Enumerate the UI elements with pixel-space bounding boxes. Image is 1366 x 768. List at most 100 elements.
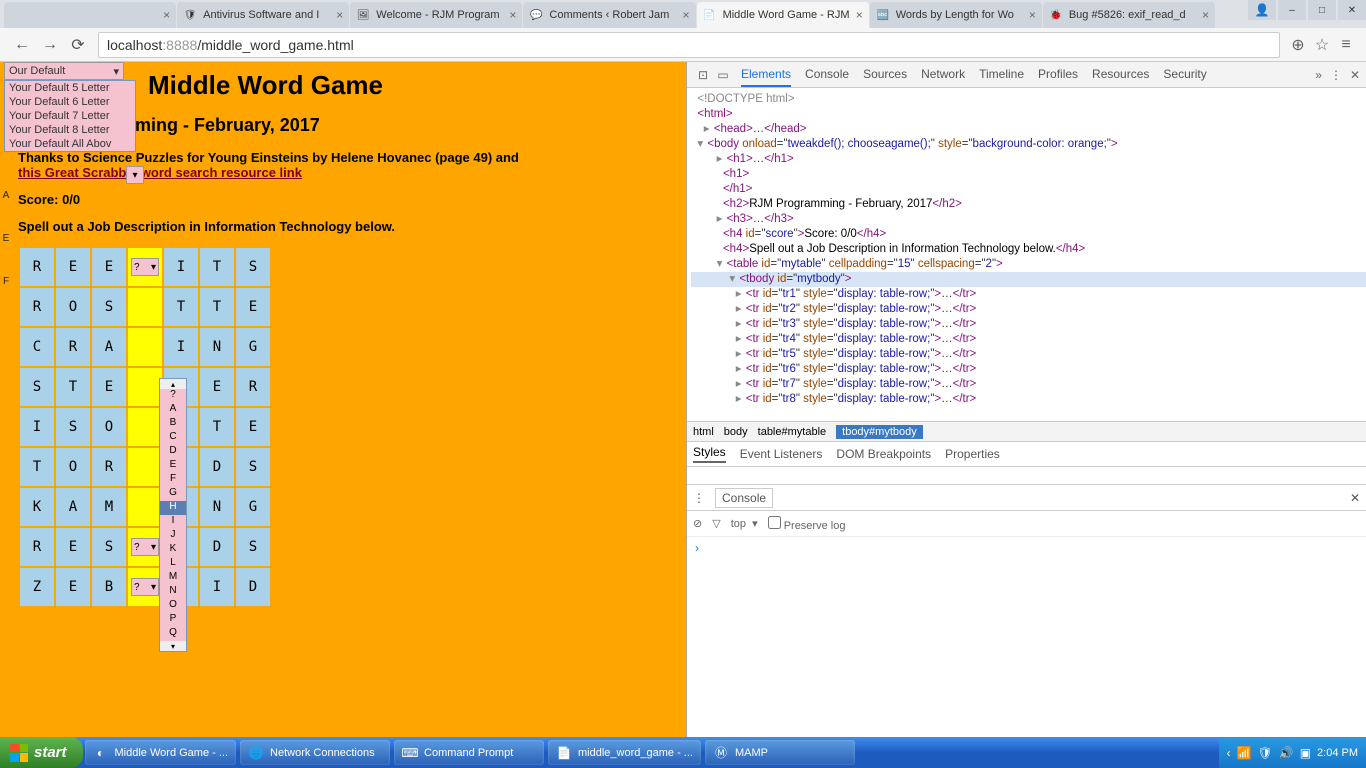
devtools-tab[interactable]: Timeline [979, 63, 1024, 87]
console-close-icon[interactable]: ✕ [1350, 491, 1360, 505]
tray-network-icon[interactable]: 📶 [1237, 746, 1252, 760]
profile-icon[interactable]: 👤 [1248, 0, 1276, 20]
tab-close-icon[interactable]: × [505, 8, 516, 22]
console-body[interactable]: › [687, 537, 1366, 737]
letter-select-popup[interactable]: ▴ ?ABCDEFGHIJKLMNOPQ ▾ [159, 378, 187, 652]
popup-down-arrow-icon[interactable]: ▾ [160, 641, 186, 651]
tab-close-icon[interactable]: × [332, 8, 343, 22]
tab-close-icon[interactable]: × [852, 8, 863, 22]
browser-tab[interactable]: 💬Comments ‹ Robert Jam× [523, 2, 695, 28]
maximize-button[interactable]: □ [1308, 0, 1336, 20]
taskbar-item[interactable]: 📄middle_word_game - ... [548, 740, 701, 765]
breadcrumb-item[interactable]: body [724, 426, 748, 438]
console-tab-label[interactable]: Console [715, 488, 773, 508]
alpha-option[interactable]: J [160, 529, 186, 543]
preserve-log-checkbox[interactable]: Preserve log [768, 516, 846, 532]
breadcrumb-item[interactable]: table#mytable [758, 426, 827, 438]
breadcrumb-item[interactable]: html [693, 426, 714, 438]
forward-button[interactable]: → [36, 31, 64, 59]
browser-tab[interactable]: 🔤Words by Length for Wo× [870, 2, 1042, 28]
filter-icon[interactable]: ▽ [712, 517, 720, 530]
dom-tree[interactable]: <!DOCTYPE html> <html> ▸<head>…</head> ▾… [687, 88, 1366, 421]
tab-close-icon[interactable]: × [159, 8, 170, 22]
scrabble-resource-link[interactable]: this Great Scrabble word search resource… [18, 165, 302, 180]
tray-arrow-icon[interactable]: ‹ [1227, 746, 1231, 760]
alpha-option[interactable]: B [160, 417, 186, 431]
browser-tab[interactable]: 🛡Antivirus Software and I× [177, 2, 349, 28]
alpha-option[interactable]: C [160, 431, 186, 445]
browser-tab[interactable]: 📄Middle Word Game - RJM× [697, 2, 869, 28]
popup-up-arrow-icon[interactable]: ▴ [160, 379, 186, 389]
alpha-option[interactable]: D [160, 445, 186, 459]
alpha-option[interactable]: N [160, 585, 186, 599]
device-mode-icon[interactable]: ▭ [713, 65, 733, 85]
address-bar[interactable]: localhost:8888/middle_word_game.html [98, 32, 1280, 58]
alpha-option[interactable]: H [160, 501, 186, 515]
tray-volume-icon[interactable]: 🔊 [1279, 746, 1294, 760]
styles-subtab[interactable]: Styles [693, 445, 726, 463]
context-select[interactable]: top ▾ [731, 517, 758, 530]
clock[interactable]: 2:04 PM [1317, 747, 1358, 759]
alpha-option[interactable]: P [160, 613, 186, 627]
minimize-button[interactable]: – [1278, 0, 1306, 20]
alpha-option[interactable]: A [160, 403, 186, 417]
inspect-icon[interactable]: ⊡ [693, 65, 713, 85]
close-button[interactable]: ✕ [1338, 0, 1366, 20]
tab-close-icon[interactable]: × [1198, 8, 1209, 22]
mode-option[interactable]: Your Default 8 Letter [5, 123, 135, 137]
alpha-option[interactable]: F [160, 473, 186, 487]
alpha-option[interactable]: ? [160, 389, 186, 403]
taskbar-item[interactable]: 🌐Network Connections [240, 740, 390, 765]
letter-select[interactable]: ?▾ [131, 258, 159, 276]
letter-select[interactable]: ?▾ [131, 578, 159, 596]
clear-console-icon[interactable]: ⊘ [693, 517, 702, 530]
browser-tab[interactable]: 🐞Bug #5826: exif_read_d× [1043, 2, 1215, 28]
mode-option[interactable]: Your Default All Abov [5, 137, 135, 151]
tray-app-icon[interactable]: ▣ [1300, 746, 1311, 760]
zoom-icon[interactable]: ⊕ [1286, 33, 1310, 57]
answer-cell[interactable] [128, 488, 162, 526]
devtools-tab[interactable]: Security [1163, 63, 1206, 87]
tab-close-icon[interactable]: × [1025, 8, 1036, 22]
answer-cell[interactable] [128, 448, 162, 486]
devtools-tab[interactable]: Console [805, 63, 849, 87]
alpha-option[interactable]: G [160, 487, 186, 501]
alpha-option[interactable]: I [160, 515, 186, 529]
more-tabs-icon[interactable]: » [1315, 68, 1322, 82]
start-button[interactable]: start [0, 737, 83, 768]
taskbar-item[interactable]: ⌨Command Prompt [394, 740, 544, 765]
devtools-menu-icon[interactable]: ⋮ [1330, 68, 1342, 82]
letter-select[interactable]: ?▾ [131, 538, 159, 556]
alpha-option[interactable]: K [160, 543, 186, 557]
alpha-option[interactable]: E [160, 459, 186, 473]
answer-cell[interactable] [128, 328, 162, 366]
mode-option[interactable]: Your Default 7 Letter [5, 109, 135, 123]
mode-dropdown-selected[interactable]: Our Default▾ [4, 62, 124, 80]
alpha-option[interactable]: M [160, 571, 186, 585]
answer-cell[interactable] [128, 288, 162, 326]
browser-tab[interactable]: 🖼Welcome - RJM Program× [350, 2, 522, 28]
taskbar-item[interactable]: ◐Middle Word Game - ... [85, 740, 237, 765]
devtools-close-icon[interactable]: ✕ [1350, 68, 1360, 82]
devtools-tab[interactable]: Sources [863, 63, 907, 87]
mode-option[interactable]: Your Default 5 Letter [5, 81, 135, 95]
answer-cell[interactable] [128, 368, 162, 406]
styles-subtab[interactable]: Properties [945, 447, 1000, 461]
styles-subtab[interactable]: DOM Breakpoints [836, 447, 931, 461]
alpha-option[interactable]: Q [160, 627, 186, 641]
back-button[interactable]: ← [8, 31, 36, 59]
breadcrumb-item[interactable]: tbody#mytbody [836, 425, 923, 439]
console-drawer-menu-icon[interactable]: ⋮ [693, 491, 705, 505]
answer-cell[interactable]: ?▾ [128, 568, 162, 606]
answer-cell[interactable]: ?▾ [128, 528, 162, 566]
breadcrumb[interactable]: html body table#mytable tbody#mytbody [687, 421, 1366, 441]
devtools-tab[interactable]: Network [921, 63, 965, 87]
answer-cell[interactable] [128, 408, 162, 446]
hamburger-menu-icon[interactable]: ≡ [1334, 33, 1358, 57]
mode-dropdown-list[interactable]: Your Default 5 LetterYour Default 6 Lett… [4, 80, 136, 152]
styles-subtab[interactable]: Event Listeners [740, 447, 823, 461]
devtools-tab[interactable]: Profiles [1038, 63, 1078, 87]
bookmark-star-icon[interactable]: ☆ [1310, 33, 1334, 57]
tab-close-icon[interactable]: × [679, 8, 690, 22]
alpha-option[interactable]: L [160, 557, 186, 571]
